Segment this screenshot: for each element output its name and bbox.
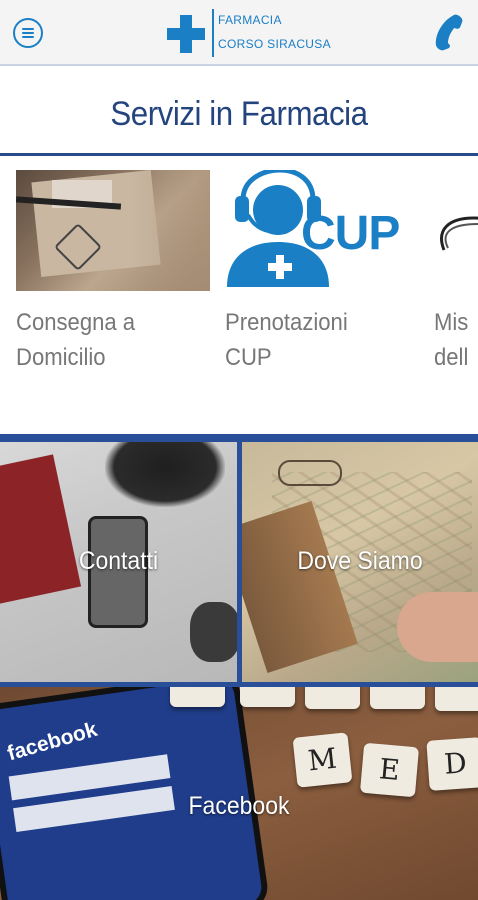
pharmacy-cross-icon <box>167 15 205 53</box>
letter-tile <box>435 687 478 711</box>
tile-label-dove-siamo: Dove Siamo <box>297 547 423 575</box>
letter-tile: M <box>292 732 353 788</box>
service-card-delivery[interactable]: Consegna a Domicilio <box>16 170 210 375</box>
tile-label-facebook: Facebook <box>188 792 290 820</box>
delivery-photo <box>16 170 210 291</box>
letter-tile: E <box>359 742 420 798</box>
cup-logo-text: CUP <box>301 207 400 260</box>
menu-icon[interactable] <box>13 18 43 48</box>
section-title: Servizi in Farmacia <box>110 95 368 133</box>
stethoscope-photo <box>434 170 478 291</box>
cup-logo: CUP <box>225 170 419 291</box>
service-label-cup: Prenotazioni CUP <box>225 309 348 371</box>
letter-tile <box>240 687 295 707</box>
tile-contatti[interactable]: Contatti <box>0 442 237 682</box>
service-card-third[interactable]: Mis dell <box>434 170 478 375</box>
logo-line1: FARMACIA <box>218 13 282 27</box>
tile-label-contatti: Contatti <box>78 547 159 575</box>
service-card-cup[interactable]: CUP Prenotazioni CUP <box>225 170 419 375</box>
tiles-grid: Contatti Dove Siamo facebook M E D Faceb… <box>0 434 478 900</box>
app-header: FARMACIA CORSO SIRACUSA <box>0 0 478 66</box>
letter-tile <box>305 687 360 709</box>
service-label-delivery: Consegna a Domicilio <box>16 309 136 371</box>
letter-tile <box>370 687 425 709</box>
logo-line2: CORSO SIRACUSA <box>218 37 331 51</box>
letter-tile <box>170 687 225 707</box>
services-carousel[interactable]: Consegna a Domicilio CUP Prenotazioni CU… <box>0 170 478 400</box>
section-header: Servizi in Farmacia <box>0 66 478 156</box>
facebook-screen-text: facebook <box>4 717 100 766</box>
tile-facebook[interactable]: facebook M E D Facebook <box>0 687 478 900</box>
letter-tile: D <box>426 737 478 791</box>
service-label-third: Mis dell <box>434 309 469 371</box>
tile-dove-siamo[interactable]: Dove Siamo <box>242 442 478 682</box>
phone-icon[interactable] <box>428 12 468 52</box>
